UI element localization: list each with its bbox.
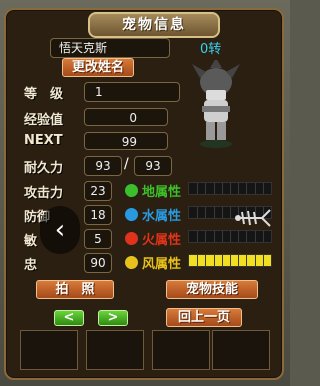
durability-separator: / [124,156,129,172]
bar-segment [262,255,264,266]
next-value: 99 [84,132,168,150]
exp-value: 0 [84,108,168,126]
bar-segment [230,183,231,194]
bar-segment [230,231,231,242]
item-slot-4[interactable] [212,330,270,370]
next-label: NEXT [24,133,63,148]
bar-segment [221,231,223,242]
bar-segment [230,207,231,218]
item-slot-2[interactable] [86,330,144,370]
bar-segment [238,183,240,194]
bar-segment [254,183,256,194]
bar-segment [238,255,240,266]
attack-value: 23 [84,181,112,201]
pet-name-field: 悟天克斯 [50,38,170,58]
bar-segment [246,183,248,194]
durability-label: 耐久力 [24,161,64,176]
bar-segment [205,183,207,194]
earth-element-icon [124,183,139,198]
bar-segment [205,231,207,242]
back-button[interactable]: 回上一页 [166,308,242,327]
bar-segment [254,255,256,266]
bar-segment [262,183,264,194]
bar-segment [221,183,223,194]
water-element-label: 水属性 [142,209,182,224]
wind-element-icon [124,255,139,270]
agility-value: 5 [84,229,112,249]
durability-current: 93 [84,156,122,176]
bar-segment [230,255,231,266]
earth-element-label: 地属性 [142,185,182,200]
water-element-icon [124,207,139,222]
bar-segment [221,255,223,266]
agility-label: 敏 [24,234,38,249]
item-slot-3[interactable] [152,330,210,370]
prev-image-arrow-icon[interactable]: ‹ [40,206,80,254]
bar-segment [197,255,199,266]
item-slot-1[interactable] [20,330,78,370]
bar-segment [205,255,207,266]
pet-info-window: 宠物信息 悟天克斯 0转 更改姓名 等 级 1 经验值 0 NEXT 99 耐久… [4,8,284,380]
bar-segment [197,183,199,194]
photo-button[interactable]: 拍 照 [36,280,114,299]
bar-segment [262,231,264,242]
rename-button[interactable]: 更改姓名 [62,58,134,77]
bar-segment [213,231,215,242]
bar-segment [246,231,248,242]
earth-element-bar [188,182,272,195]
fire-element-icon [124,231,139,246]
bar-segment [246,255,248,266]
pet-sprite [192,60,240,148]
bar-segment [197,207,199,218]
bar-segment [213,183,215,194]
fire-element-bar [188,230,272,243]
bar-segment [205,207,207,218]
window-title: 宠物信息 [88,12,220,38]
loyalty-label: 忠 [24,258,38,273]
fire-element-label: 火属性 [142,233,182,248]
defense-value: 18 [84,205,112,225]
next-page-button[interactable]: > [98,310,128,326]
bar-segment [221,207,223,218]
wind-element-label: 风属性 [142,257,182,272]
level-label: 等 级 [24,87,64,102]
pet-skills-button[interactable]: 宠物技能 [166,280,258,299]
loyalty-value: 90 [84,253,112,273]
bar-segment [213,255,215,266]
level-value: 1 [84,82,180,102]
bar-segment [238,231,240,242]
durability-max: 93 [134,156,172,176]
attack-label: 攻击力 [24,186,64,201]
rebirth-text: 0转 [200,42,222,57]
fish-bone-icon [235,209,271,227]
bar-segment [254,231,256,242]
prev-page-button[interactable]: < [54,310,84,326]
wind-element-bar [188,254,272,267]
bar-segment [213,207,215,218]
bar-segment [197,231,199,242]
exp-label: 经验值 [24,113,64,128]
